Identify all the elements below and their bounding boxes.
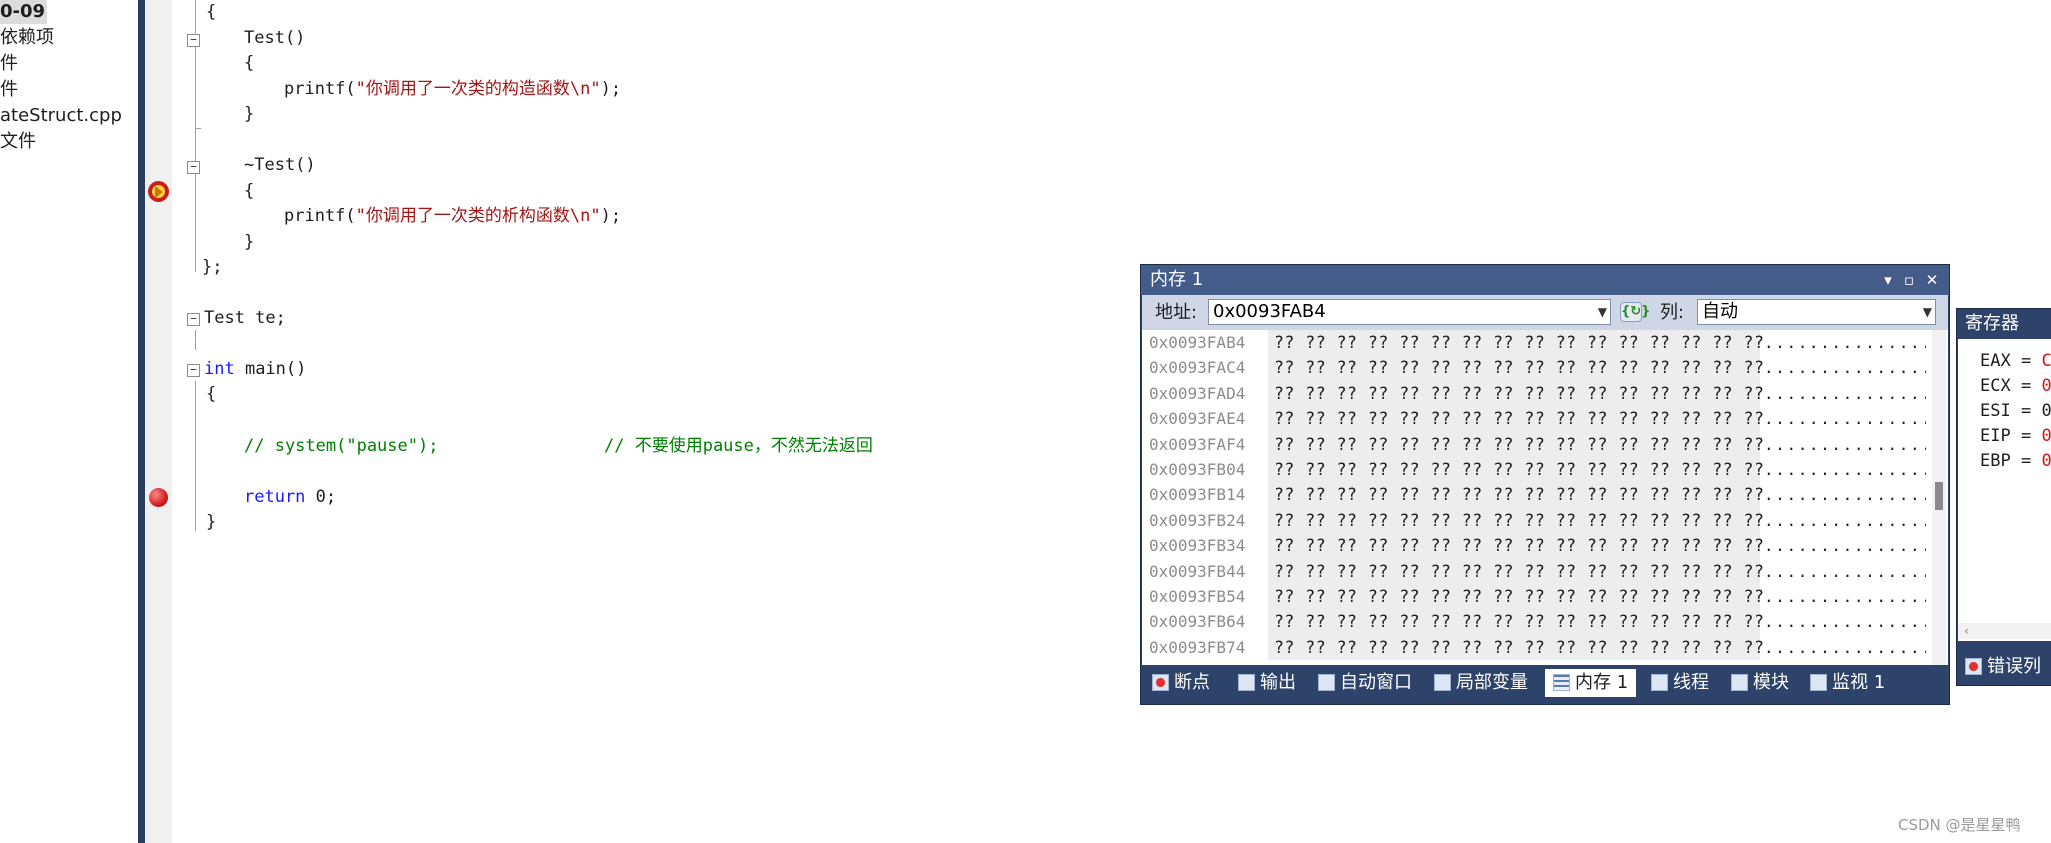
solution-explorer: 0-09 依赖项 件 件 ateStruct.cpp 文件 [0, 0, 138, 843]
register-eip: EIP = 0 [1980, 426, 2051, 446]
address-label: 地址: [1155, 302, 1198, 323]
tab-modules[interactable]: 模块 [1731, 669, 1789, 697]
solution-item-source-file[interactable]: ateStruct.cpp [0, 104, 122, 128]
breakpoint-icon[interactable] [149, 488, 168, 507]
debug-tool-tabs: 断点 输出 自动窗口 局部变量 内存 1 线程 模块 监视 1 [1142, 666, 1948, 700]
code-line: return 0; [244, 487, 337, 507]
close-icon[interactable]: ✕ [1921, 265, 1943, 295]
tab-locals[interactable]: 局部变量 [1434, 669, 1528, 697]
register-eax: EAX = C [1980, 351, 2051, 371]
dropdown-icon[interactable]: ▾ [1877, 265, 1899, 295]
address-input[interactable]: 0x0093FAB4 ▼ [1208, 299, 1611, 325]
reevaluate-icon[interactable]: {↻} [1620, 302, 1650, 322]
code-line: { [206, 384, 217, 404]
code-line: // system("pause"); [244, 436, 439, 456]
scroll-left-icon[interactable]: ‹ [1964, 624, 1969, 638]
chevron-down-icon[interactable]: ▼ [1923, 300, 1932, 324]
memory-grid[interactable]: 0x0093FAB4?? ?? ?? ?? ?? ?? ?? ?? ?? ?? … [1142, 330, 1948, 665]
code-line: } [244, 232, 255, 252]
code-line: printf("你调用了一次类的构造函数\n"); [284, 79, 622, 99]
tab-autos[interactable]: 自动窗口 [1318, 669, 1412, 697]
collapse-toggle[interactable]: − [187, 313, 200, 326]
registers-list[interactable]: EAX = C ECX = 0 ESI = 0 EIP = 0 EBP = 0 [1958, 339, 2051, 641]
registers-window: 寄存器 EAX = C ECX = 0 ESI = 0 EIP = 0 EBP … [1956, 308, 2051, 686]
collapse-toggle[interactable]: − [187, 34, 200, 47]
columns-label: 列: [1660, 302, 1685, 323]
modules-tab-icon [1731, 674, 1748, 691]
watermark: CSDN @是星星鸭 [1898, 816, 2021, 834]
code-line: { [206, 2, 217, 22]
outline-guide [195, 330, 196, 350]
solution-item-project[interactable]: 0-09 [0, 0, 48, 24]
maximize-icon[interactable]: ▫ [1898, 265, 1920, 295]
tab-threads[interactable]: 线程 [1651, 669, 1709, 697]
solution-item-dependencies[interactable]: 依赖项 [0, 26, 54, 50]
register-ebp: EBP = 0 [1980, 451, 2051, 471]
code-line: printf("你调用了一次类的析构函数\n"); [284, 206, 622, 226]
register-esi: ESI = 0 [1980, 401, 2051, 421]
registers-window-title[interactable]: 寄存器 [1965, 309, 2019, 339]
solution-item-other-files[interactable]: 文件 [0, 130, 36, 154]
code-line: } [244, 104, 255, 124]
threads-tab-icon [1651, 674, 1668, 691]
scrollbar-thumb[interactable] [1935, 482, 1943, 510]
tab-memory-1[interactable]: 内存 1 [1545, 669, 1637, 697]
panel-splitter[interactable] [138, 0, 145, 843]
chevron-down-icon[interactable]: ▼ [1598, 300, 1607, 324]
code-line: int main() [204, 359, 307, 379]
watch-tab-icon [1810, 674, 1827, 691]
memory-tab-icon [1553, 674, 1570, 691]
memory-address-bar: 地址: 0x0093FAB4 ▼ {↻} 列: 自动 ▼ [1142, 295, 1948, 330]
code-line: // 不要使用pause，不然无法返回 [604, 436, 873, 456]
editor-gutter[interactable] [145, 0, 172, 843]
memory-window-title: 内存 1 [1150, 269, 1204, 290]
tab-output[interactable]: 输出 [1238, 669, 1296, 697]
code-line: ~Test() [244, 155, 316, 175]
current-statement-arrow-icon [148, 181, 169, 202]
tab-error-list[interactable]: 错误列 [1965, 653, 2041, 681]
autos-tab-icon [1318, 674, 1335, 691]
outline-guide [195, 381, 196, 531]
code-line: } [206, 512, 217, 532]
output-tab-icon [1238, 674, 1255, 691]
solution-item-resource-files[interactable]: 件 [0, 78, 18, 102]
columns-select[interactable]: 自动 ▼ [1697, 299, 1936, 325]
collapse-toggle[interactable]: − [187, 364, 200, 377]
locals-tab-icon [1434, 674, 1451, 691]
collapse-toggle[interactable]: − [187, 161, 200, 174]
code-line: Test() [244, 28, 306, 48]
tab-watch-1[interactable]: 监视 1 [1810, 669, 1885, 697]
code-line: { [244, 181, 255, 201]
memory-window-titlebar[interactable]: 内存 1 ▾ ▫ ✕ [1141, 265, 1949, 295]
code-line: Test te; [204, 308, 286, 328]
breakpoints-tab-icon [1152, 674, 1169, 691]
tab-breakpoints[interactable]: 断点 [1152, 669, 1210, 697]
outline-guide [195, 128, 201, 129]
memory-scrollbar[interactable] [1932, 330, 1946, 665]
registers-hscrollbar[interactable]: ‹ [1958, 623, 2051, 639]
error-list-tab-icon [1965, 658, 1982, 675]
memory-window: 内存 1 ▾ ▫ ✕ 地址: 0x0093FAB4 ▼ {↻} 列: 自动 ▼ … [1140, 264, 1950, 705]
code-line: { [244, 53, 255, 73]
register-ecx: ECX = 0 [1980, 376, 2051, 396]
solution-item-header-files[interactable]: 件 [0, 52, 18, 76]
code-line: }; [202, 257, 223, 277]
